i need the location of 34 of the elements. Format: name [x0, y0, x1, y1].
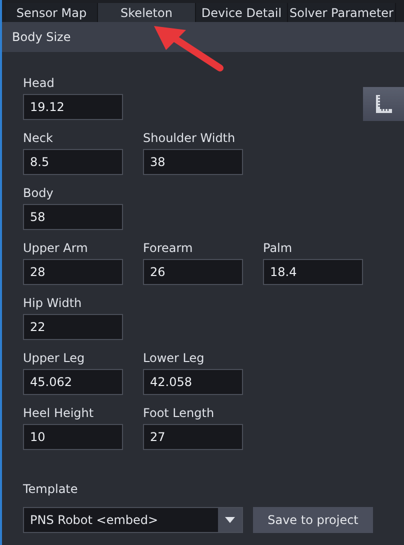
- annotation-arrow: [152, 24, 224, 74]
- field-label: Lower Leg: [143, 351, 206, 365]
- input-field[interactable]: 28: [23, 259, 123, 285]
- field-label: Upper Leg: [23, 351, 86, 365]
- ruler-icon: [376, 95, 392, 113]
- caret-icon: [225, 517, 235, 523]
- input-field[interactable]: 19.12: [23, 94, 123, 120]
- field-label: Foot Length: [143, 406, 216, 420]
- template-label: Template: [23, 482, 79, 496]
- tab[interactable]: Skeleton: [98, 3, 196, 22]
- field-label: Heel Height: [23, 406, 95, 420]
- field-label: Hip Width: [23, 296, 83, 310]
- field-label: Head: [23, 76, 56, 90]
- template-dropdown[interactable]: PNS Robot <embed>: [23, 507, 243, 533]
- input-field[interactable]: 22: [23, 314, 123, 340]
- ruler-button[interactable]: [363, 87, 404, 121]
- tab[interactable]: Solver Parameter: [288, 3, 396, 22]
- input-field[interactable]: 42.058: [143, 369, 243, 395]
- input-field[interactable]: 38: [143, 149, 243, 175]
- input-field[interactable]: 10: [23, 424, 123, 450]
- input-field[interactable]: 8.5: [23, 149, 123, 175]
- input-field[interactable]: 27: [143, 424, 243, 450]
- input-field[interactable]: 58: [23, 204, 123, 230]
- section-header: Body Size: [2, 22, 404, 52]
- field-label: Shoulder Width: [143, 131, 236, 145]
- field-label: Neck: [23, 131, 54, 145]
- input-field[interactable]: 18.4: [263, 259, 363, 285]
- input-field[interactable]: 26: [143, 259, 243, 285]
- input-field[interactable]: 45.062: [23, 369, 123, 395]
- field-label: Upper Arm: [23, 241, 89, 255]
- field-label: Body: [23, 186, 54, 200]
- field-label: Forearm: [143, 241, 194, 255]
- save-button[interactable]: Save to project: [253, 507, 373, 533]
- field-label: Palm: [263, 241, 294, 255]
